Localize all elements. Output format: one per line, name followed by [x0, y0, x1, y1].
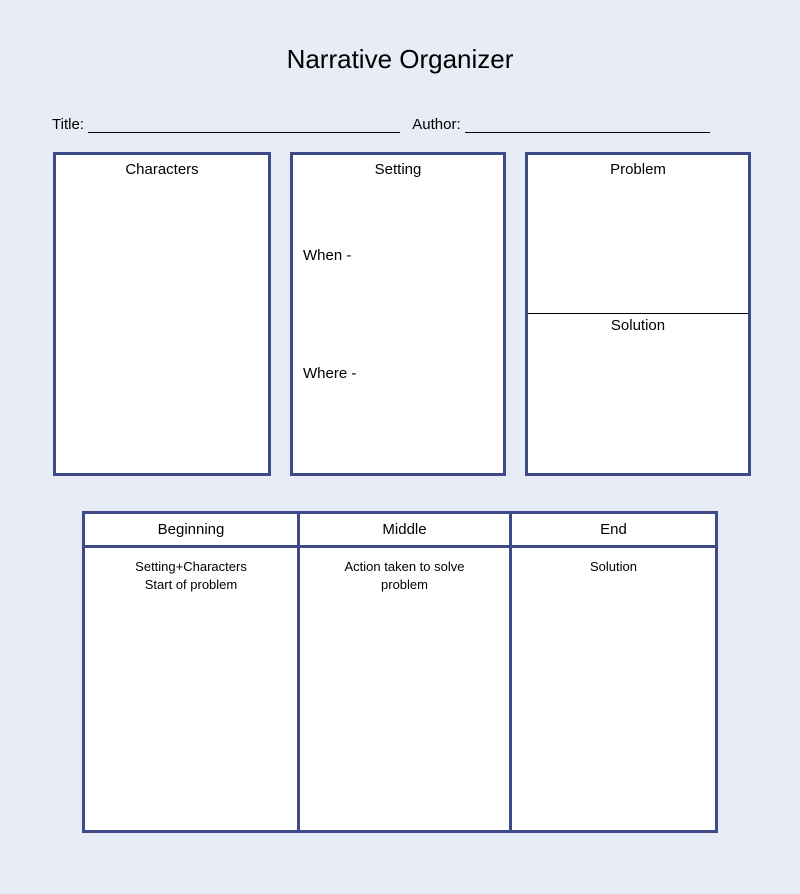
- setting-box: Setting When - Where -: [290, 152, 506, 476]
- characters-box: Characters: [53, 152, 271, 476]
- solution-header: Solution: [528, 313, 748, 334]
- grid-col-middle: Middle Action taken to solve problem: [297, 514, 509, 830]
- end-body-line1: Solution: [590, 559, 637, 574]
- middle-header: Middle: [300, 514, 509, 548]
- setting-when-label: When -: [303, 247, 351, 264]
- fields-row: Title: Author:: [52, 116, 752, 133]
- author-field-label: Author:: [412, 116, 460, 133]
- end-body: Solution: [512, 548, 715, 576]
- characters-header: Characters: [56, 155, 268, 182]
- middle-body-line2: problem: [381, 577, 428, 592]
- beginning-body-line1: Setting+Characters: [135, 559, 247, 574]
- problem-header: Problem: [528, 155, 748, 182]
- story-grid: Beginning Setting+Characters Start of pr…: [82, 511, 718, 833]
- author-field-line[interactable]: [465, 119, 710, 133]
- beginning-header: Beginning: [85, 514, 297, 548]
- problem-box: Problem Solution: [525, 152, 751, 476]
- middle-body: Action taken to solve problem: [300, 548, 509, 594]
- grid-col-end: End Solution: [509, 514, 715, 830]
- setting-header: Setting: [293, 155, 503, 182]
- title-field-line[interactable]: [88, 119, 400, 133]
- grid-col-beginning: Beginning Setting+Characters Start of pr…: [85, 514, 297, 830]
- beginning-body-line2: Start of problem: [145, 577, 238, 592]
- beginning-body: Setting+Characters Start of problem: [85, 548, 297, 594]
- middle-body-line1: Action taken to solve: [345, 559, 465, 574]
- end-header: End: [512, 514, 715, 548]
- page-title: Narrative Organizer: [0, 44, 800, 75]
- title-field-label: Title:: [52, 116, 84, 133]
- setting-where-label: Where -: [303, 365, 356, 382]
